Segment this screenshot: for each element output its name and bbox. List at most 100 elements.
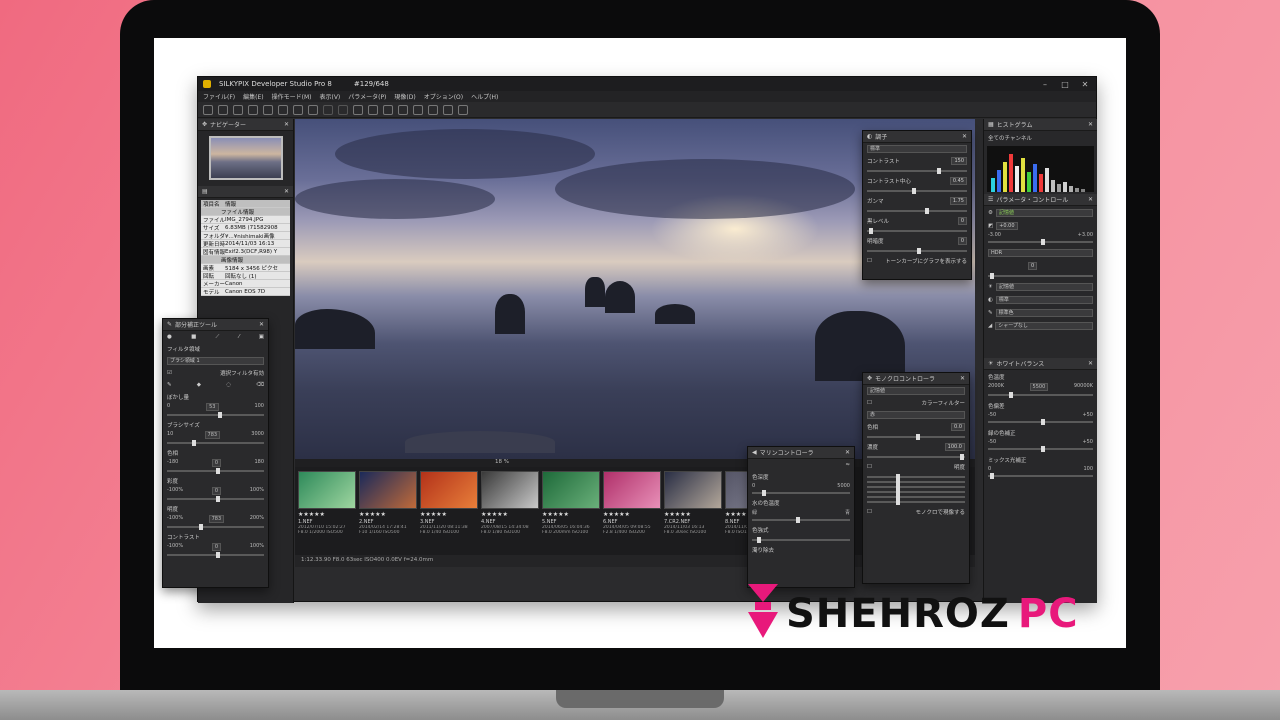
depth-slider[interactable] [752, 490, 850, 496]
mono-hue-value[interactable]: 0.0 [951, 423, 965, 431]
slider-knob[interactable] [215, 468, 220, 474]
thumbnail-item[interactable]: ★★★★★ 2.NEF 2014/02/14 17:28:41 F10 1/160 I… [359, 471, 417, 551]
brush-tool-icon[interactable]: ⟋ [216, 334, 220, 341]
close-icon[interactable]: ✕ [1088, 121, 1093, 128]
slider-knob[interactable] [937, 168, 941, 174]
con-value[interactable]: 0 [211, 543, 221, 551]
slider-knob[interactable] [896, 499, 901, 505]
menu-parameter[interactable]: パラメータ(P) [348, 92, 386, 101]
bright-value[interactable]: 783 [208, 515, 225, 523]
color-filter-checkbox[interactable]: ☐ [867, 400, 872, 406]
square-icon[interactable]: ■ [191, 334, 196, 340]
fine-slider[interactable] [867, 494, 965, 500]
eyedrop-icon[interactable]: ⁄ [239, 334, 240, 340]
tone-value[interactable]: 1.75 [949, 197, 967, 205]
preset-dropdown[interactable]: 記憶値 [995, 208, 1093, 217]
tone-dropdown[interactable]: 標準 [995, 295, 1093, 304]
rating-stars[interactable]: ★★★★★ [481, 511, 539, 518]
navigator-thumbnail[interactable] [208, 136, 283, 180]
thumbnail-item[interactable]: ★★★★★ 4.NEF 2007/08/15 14:34:08 F8.0 1/80 I… [481, 471, 539, 551]
mix-slider[interactable] [988, 473, 1093, 479]
size-slider[interactable] [167, 440, 264, 446]
trash-icon[interactable]: ⌫ [256, 382, 264, 388]
slider-knob[interactable] [917, 248, 921, 254]
mono-density-slider[interactable] [867, 454, 965, 460]
color-slider[interactable] [752, 537, 850, 543]
close-icon[interactable]: ✕ [284, 188, 289, 195]
slider-knob[interactable] [199, 524, 203, 530]
hdr-slider[interactable] [988, 273, 1093, 279]
slider-knob[interactable] [869, 228, 873, 234]
hdr-value[interactable]: 0 [1028, 261, 1038, 270]
slider-knob[interactable] [1040, 419, 1045, 425]
slider-knob[interactable] [796, 517, 801, 523]
close-icon[interactable]: ✕ [845, 449, 850, 456]
close-icon[interactable]: ✕ [259, 321, 264, 328]
toolbar-button-6[interactable] [278, 104, 288, 115]
toolbar-button-5[interactable] [263, 104, 273, 115]
exposure-slider[interactable] [988, 239, 1093, 245]
eraser-icon[interactable]: ◆ [197, 382, 201, 388]
slider-knob[interactable] [1009, 392, 1013, 398]
menu-option[interactable]: オプション(O) [424, 92, 463, 101]
slider-knob[interactable] [925, 208, 929, 214]
slider-knob[interactable] [990, 473, 995, 479]
tint-slider[interactable] [988, 419, 1093, 425]
toolbar-button-13[interactable] [413, 104, 423, 115]
tone-value[interactable]: 0 [957, 237, 967, 245]
tone-value[interactable]: 0.45 [949, 177, 967, 185]
thumbnail-item[interactable]: ★★★★★ 3.NEF 2011/11/20 08:11:38 F8.0 1/40 I… [420, 471, 478, 551]
fine-checkbox[interactable]: ☐ [867, 464, 872, 470]
toolbar-button-15[interactable] [443, 104, 453, 115]
wave-icon[interactable]: ≈ [845, 462, 850, 468]
menu-edit[interactable]: 編集(E) [243, 92, 263, 101]
toolbar-button-7[interactable] [293, 104, 303, 115]
fine-slider[interactable] [867, 484, 965, 490]
sharpness-dropdown[interactable]: シャープなし [995, 321, 1093, 330]
water-slider[interactable] [752, 517, 850, 523]
minimize-button[interactable]: – [1039, 80, 1051, 89]
slider-knob[interactable] [990, 273, 995, 279]
pencil-icon[interactable]: ✎ [167, 382, 172, 388]
green-slider[interactable] [988, 446, 1093, 452]
slider-knob[interactable] [912, 188, 916, 194]
tone-slider[interactable] [867, 208, 967, 214]
slider-knob[interactable] [215, 552, 220, 558]
hue-value[interactable]: 0 [211, 459, 221, 467]
toolbar-button-12[interactable] [398, 104, 408, 115]
tone-slider[interactable] [867, 248, 967, 254]
select-filter-checkbox[interactable]: ☑ [167, 370, 172, 376]
fine-slider[interactable] [867, 474, 965, 480]
tone-slider[interactable] [867, 228, 967, 234]
close-icon[interactable]: ✕ [284, 121, 289, 128]
slider-knob[interactable] [192, 440, 197, 446]
toolbar-button-8[interactable] [308, 104, 318, 115]
rating-stars[interactable]: ★★★★★ [603, 511, 661, 518]
dot-icon[interactable]: ● [167, 334, 172, 340]
hdr-dropdown[interactable]: HDR [988, 248, 1093, 257]
slider-knob[interactable] [215, 496, 220, 502]
hue-slider[interactable] [167, 468, 264, 474]
close-icon[interactable]: ✕ [962, 133, 967, 140]
redo-icon[interactable] [338, 104, 348, 115]
slider-knob[interactable] [1040, 239, 1045, 245]
slider-knob[interactable] [761, 490, 766, 496]
fine-slider[interactable] [867, 499, 965, 505]
slider-knob[interactable] [1040, 446, 1045, 452]
mono-hue-slider[interactable] [867, 434, 965, 440]
thumbnail-item[interactable]: ★★★★★ 5.NEF 2014/06/05 16:04:36 F8.0 200mm … [542, 471, 600, 551]
mono-density-value[interactable]: 100.0 [944, 443, 965, 451]
blur-slider[interactable] [167, 412, 264, 418]
rating-stars[interactable]: ★★★★★ [359, 511, 417, 518]
tone-slider[interactable] [867, 168, 967, 174]
tone-value[interactable]: 0 [957, 217, 967, 225]
slider-knob[interactable] [756, 537, 761, 543]
brush-area-field[interactable]: ブラシ領域 1 [167, 357, 264, 365]
temp-slider[interactable] [988, 392, 1093, 398]
tone-slider[interactable] [867, 188, 967, 194]
toolbar-button-3[interactable] [233, 104, 243, 115]
menu-help[interactable]: ヘルプ(H) [471, 92, 498, 101]
channel-select[interactable]: 全てのチャンネル [984, 131, 1097, 144]
fine-slider[interactable] [867, 479, 965, 485]
bright-slider[interactable] [167, 524, 264, 530]
